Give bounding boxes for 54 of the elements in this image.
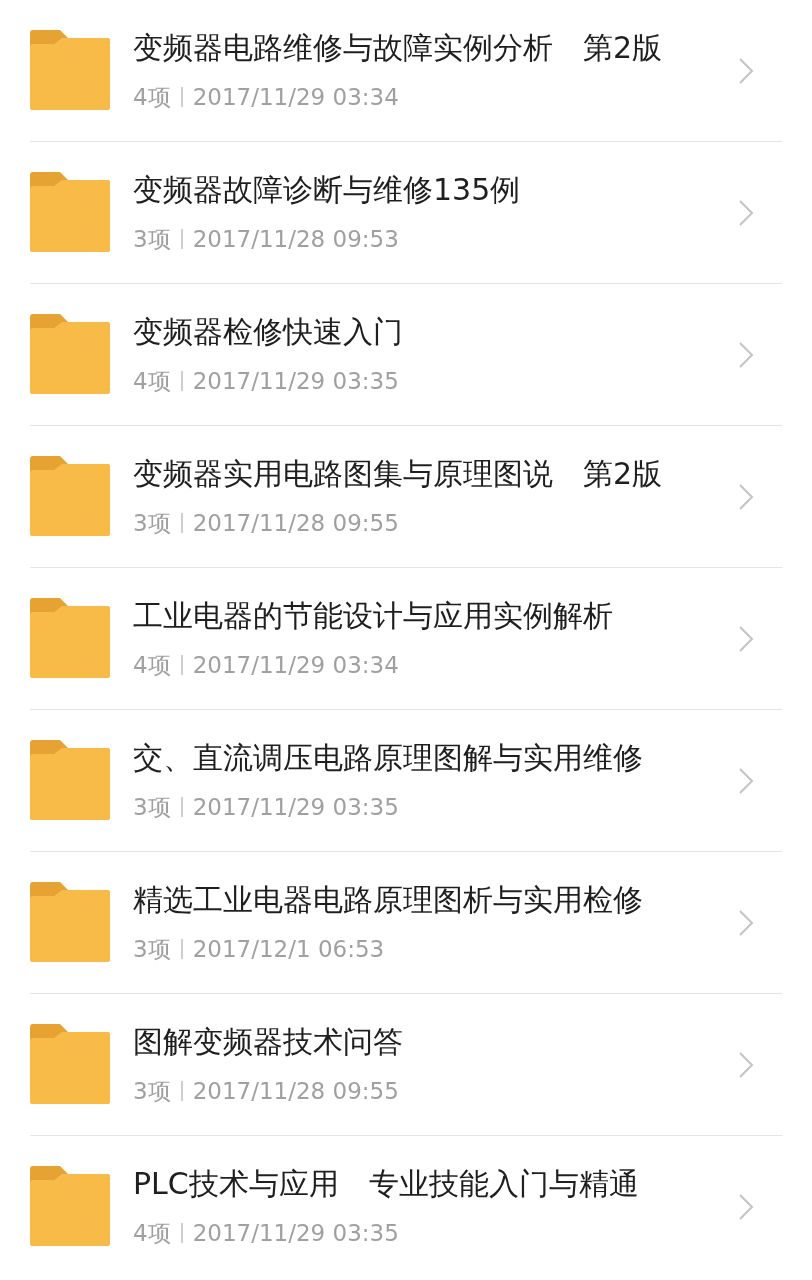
item-count: 4项 — [133, 1219, 171, 1248]
item-count: 3项 — [133, 509, 171, 538]
folder-item[interactable]: PLC技术与应用 专业技能入门与精通 4项 2017/11/29 03:35 — [30, 1136, 782, 1278]
folder-name: 变频器故障诊断与维修135例 — [133, 171, 521, 209]
chevron-right-icon — [738, 1051, 754, 1079]
folder-name: 变频器检修快速入门 — [133, 313, 403, 351]
modified-date: 2017/11/29 03:35 — [192, 1219, 399, 1248]
modified-date: 2017/11/29 03:35 — [192, 367, 399, 396]
folder-item[interactable]: 工业电器的节能设计与应用实例解析 4项 2017/11/29 03:34 — [30, 568, 782, 710]
folder-icon — [30, 1024, 110, 1104]
item-count: 4项 — [133, 367, 171, 396]
folder-item[interactable]: 变频器故障诊断与维修135例 3项 2017/11/28 09:53 — [30, 142, 782, 284]
folder-name: 变频器实用电路图集与原理图说 第2版 — [133, 455, 663, 493]
folder-item[interactable]: 精选工业电器电路原理图析与实用检修 3项 2017/12/1 06:53 — [30, 852, 782, 994]
modified-date: 2017/11/28 09:55 — [192, 1077, 399, 1106]
folder-name: 图解变频器技术问答 — [133, 1023, 403, 1061]
folder-name: 工业电器的节能设计与应用实例解析 — [133, 597, 613, 635]
folder-icon — [30, 172, 110, 252]
folder-icon — [30, 314, 110, 394]
folder-icon — [30, 740, 110, 820]
folder-icon — [30, 30, 110, 110]
chevron-right-icon — [738, 57, 754, 85]
item-count: 4项 — [133, 83, 171, 112]
item-count: 4项 — [133, 651, 171, 680]
folder-name: 变频器电路维修与故障实例分析 第2版 — [133, 29, 663, 67]
item-count: 3项 — [133, 793, 171, 822]
modified-date: 2017/11/29 03:34 — [192, 651, 399, 680]
chevron-right-icon — [738, 1193, 754, 1221]
chevron-right-icon — [738, 767, 754, 795]
folder-icon — [30, 456, 110, 536]
modified-date: 2017/12/1 06:53 — [192, 935, 385, 964]
chevron-right-icon — [738, 483, 754, 511]
folder-name: 精选工业电器电路原理图析与实用检修 — [133, 881, 643, 919]
item-count: 3项 — [133, 225, 171, 254]
chevron-right-icon — [738, 909, 754, 937]
folder-name: PLC技术与应用 专业技能入门与精通 — [133, 1165, 639, 1203]
item-count: 3项 — [133, 1077, 171, 1106]
folder-item[interactable]: 变频器检修快速入门 4项 2017/11/29 03:35 — [30, 284, 782, 426]
modified-date: 2017/11/28 09:53 — [192, 225, 399, 254]
folder-icon — [30, 1166, 110, 1246]
folder-item[interactable]: 变频器实用电路图集与原理图说 第2版 3项 2017/11/28 09:55 — [30, 426, 782, 568]
modified-date: 2017/11/29 03:35 — [192, 793, 399, 822]
folder-icon — [30, 598, 110, 678]
chevron-right-icon — [738, 199, 754, 227]
folder-name: 交、直流调压电路原理图解与实用维修 — [133, 739, 643, 777]
chevron-right-icon — [738, 625, 754, 653]
folder-item[interactable]: 交、直流调压电路原理图解与实用维修 3项 2017/11/29 03:35 — [30, 710, 782, 852]
folder-item[interactable]: 变频器电路维修与故障实例分析 第2版 4项 2017/11/29 03:34 — [30, 0, 782, 142]
item-count: 3项 — [133, 935, 171, 964]
folder-icon — [30, 882, 110, 962]
modified-date: 2017/11/28 09:55 — [192, 509, 399, 538]
chevron-right-icon — [738, 341, 754, 369]
modified-date: 2017/11/29 03:34 — [192, 83, 399, 112]
folder-item[interactable]: 图解变频器技术问答 3项 2017/11/28 09:55 — [30, 994, 782, 1136]
